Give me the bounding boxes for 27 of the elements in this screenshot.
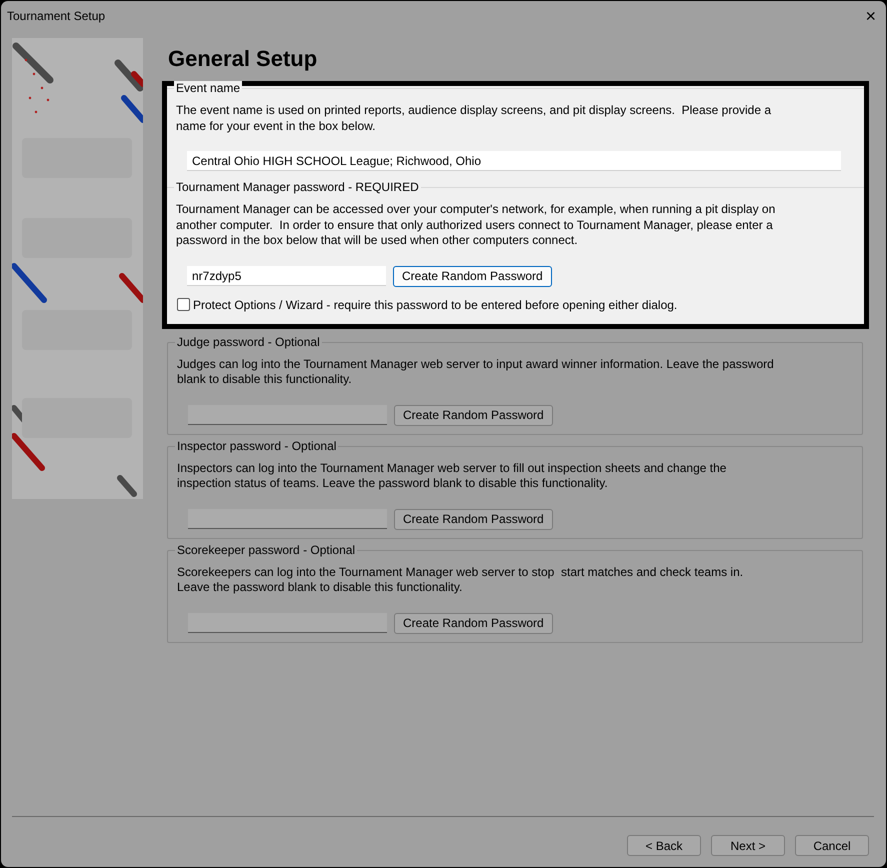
description-text: The event name is used on printed reports, audience display screens, and pit display screens. Please provide a name for your event in the box below. xyxy=(176,103,772,134)
checkbox-label[interactable]: Protect Options / Wizard - require this password to be entered before opening either dialog. xyxy=(193,298,678,312)
checkbox[interactable] xyxy=(177,298,190,311)
description-text: Scorekeepers can log into the Tournament Manager web server to stop start matches and check teams in. Leave the password blank to disable this functionality. xyxy=(177,564,744,596)
window-title: Tournament Setup xyxy=(7,9,106,23)
group-title: Tournament Manager password - REQUIRED xyxy=(174,180,421,194)
back-button[interactable]: < Back xyxy=(627,835,701,856)
group-title: Inspector password - Optional xyxy=(175,438,338,452)
password-field[interactable] xyxy=(188,613,387,633)
create-password-button[interactable]: Create Random Password xyxy=(394,404,553,426)
create-password-button[interactable]: Create Random Password xyxy=(393,266,552,286)
password-field[interactable] xyxy=(188,405,387,425)
group-title: Event name xyxy=(174,81,242,95)
close-button[interactable]: × xyxy=(865,7,876,25)
password-field[interactable] xyxy=(188,509,387,529)
cancel-button[interactable]: Cancel xyxy=(795,835,869,856)
group-title: Judge password - Optional xyxy=(175,334,322,348)
create-password-button[interactable]: Create Random Password xyxy=(394,612,553,634)
description-text: Tournament Manager can be accessed over your computer's network, for example, when running a pit display on another computer. In order to ensure that only authorized users connect to Tournament Manager, please enter a password in the box below that will be used when other computers connect. xyxy=(176,202,776,248)
description-text: Judges can log into the Tournament Manager web server to input award winner information. Leave the password blank to disable this functionality. xyxy=(177,356,775,388)
description-text: Inspectors can log into the Tournament Manager web server to fill out inspection sheets and change the inspection status of teams. Leave the password blank to disable this functionality. xyxy=(177,460,728,492)
next-button[interactable]: Next > xyxy=(711,835,785,856)
event-name-field[interactable]: Central Ohio HIGH SCHOOL League; Richwood, Ohio xyxy=(187,151,841,171)
create-password-button[interactable]: Create Random Password xyxy=(394,508,553,530)
group-title: Scorekeeper password - Optional xyxy=(175,542,358,556)
password-field[interactable]: nr7zdyp5 xyxy=(187,266,386,286)
page-heading: General Setup xyxy=(168,46,318,72)
